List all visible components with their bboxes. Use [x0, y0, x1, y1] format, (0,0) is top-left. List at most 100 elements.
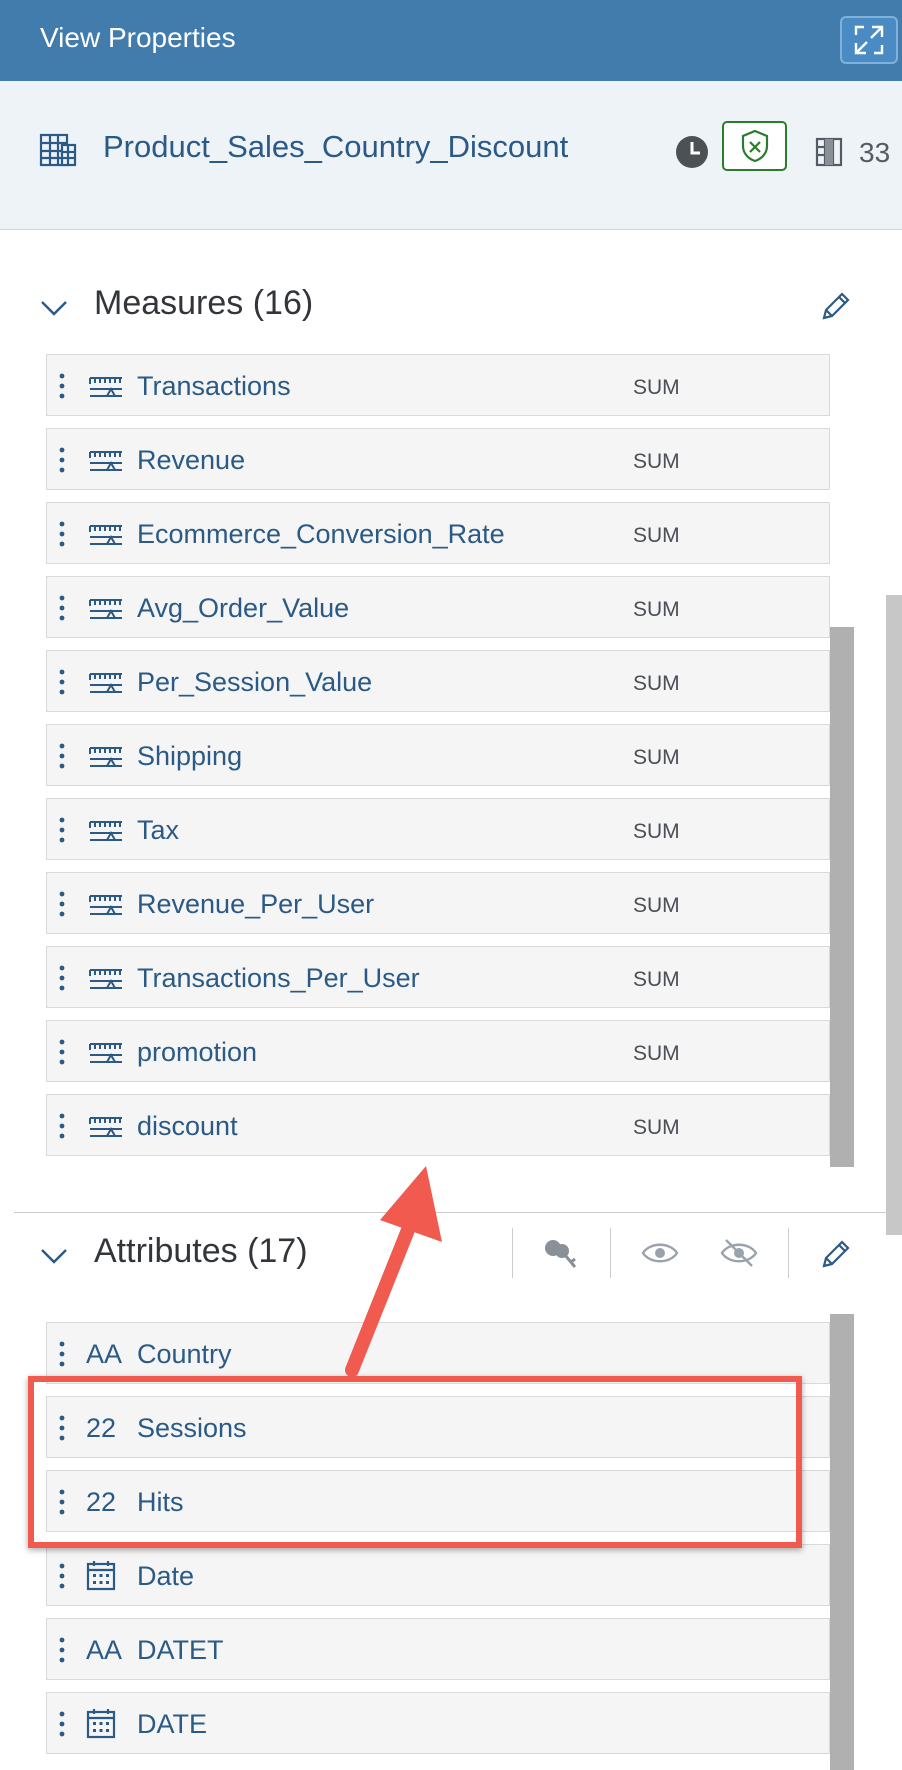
measure-item[interactable]: Tax SUM	[46, 798, 830, 860]
drag-handle-icon[interactable]	[59, 669, 65, 695]
aggregation-label: SUM	[633, 672, 680, 695]
measure-label: Transactions_Per_User	[137, 963, 420, 993]
measure-label: discount	[137, 1111, 238, 1141]
attributes-scrollbar[interactable]	[830, 1314, 854, 1770]
measure-icon	[89, 451, 122, 471]
columns-icon	[815, 137, 843, 167]
aggregation-label: SUM	[633, 1116, 680, 1139]
measure-item[interactable]: Ecommerce_Conversion_Rate SUM	[46, 502, 830, 564]
attribute-label: Date	[137, 1561, 195, 1591]
clock-icon[interactable]	[675, 135, 709, 169]
measure-label: Tax	[137, 815, 180, 845]
drag-handle-icon[interactable]	[59, 891, 65, 917]
drag-handle-icon[interactable]	[59, 1039, 65, 1065]
view-info-bar: Product_Sales_Country_Discount 33	[0, 81, 902, 230]
section-divider	[14, 1212, 890, 1213]
attribute-label: Country	[137, 1339, 232, 1369]
aggregation-label: SUM	[633, 968, 680, 991]
drag-handle-icon[interactable]	[59, 1113, 65, 1139]
attribute-item[interactable]: DATE	[46, 1692, 830, 1754]
annotation-arrow-icon	[345, 1166, 442, 1377]
drag-handle-icon[interactable]	[59, 817, 65, 843]
drag-handle-icon[interactable]	[59, 595, 65, 621]
annotation-highlight-box	[28, 1376, 802, 1548]
measure-item[interactable]: promotion SUM	[46, 1020, 830, 1082]
eye-hidden-icon[interactable]	[720, 1238, 758, 1268]
measure-label: Avg_Order_Value	[137, 593, 350, 623]
pencil-icon[interactable]	[820, 1238, 852, 1270]
panel-title: View Properties	[40, 22, 236, 53]
drag-handle-icon[interactable]	[59, 1637, 65, 1663]
attribute-item[interactable]: AA DATET	[46, 1618, 830, 1680]
measure-item[interactable]: Revenue_Per_User SUM	[46, 872, 830, 934]
measure-item[interactable]: Transactions SUM	[46, 354, 830, 416]
measure-item[interactable]: Shipping SUM	[46, 724, 830, 786]
aggregation-label: SUM	[633, 746, 680, 769]
measure-icon	[89, 599, 122, 619]
measure-label: Revenue	[137, 445, 246, 475]
table-icon	[39, 133, 77, 167]
text-type-icon: AA	[86, 1339, 123, 1369]
drag-handle-icon[interactable]	[59, 447, 65, 473]
toolbar-separator	[788, 1228, 789, 1278]
pencil-icon[interactable]	[820, 290, 852, 322]
chevron-down-icon[interactable]	[40, 300, 68, 316]
aggregation-label: SUM	[633, 376, 680, 399]
attribute-label: DATET	[137, 1635, 224, 1665]
expand-icon	[854, 25, 884, 55]
expand-button[interactable]	[840, 16, 898, 64]
drag-handle-icon[interactable]	[59, 965, 65, 991]
calendar-icon	[86, 1561, 116, 1591]
measure-icon	[89, 525, 122, 545]
drag-handle-icon[interactable]	[59, 521, 65, 547]
measures-section-header: Measures (16)	[0, 270, 902, 340]
measure-item[interactable]: Revenue SUM	[46, 428, 830, 490]
measure-item[interactable]: Avg_Order_Value SUM	[46, 576, 830, 638]
attribute-label: DATE	[137, 1709, 208, 1739]
measure-item[interactable]: Transactions_Per_User SUM	[46, 946, 830, 1008]
chevron-down-icon[interactable]	[40, 1248, 68, 1264]
measure-label: Per_Session_Value	[137, 667, 373, 697]
measure-label: Transactions	[137, 371, 291, 401]
attributes-title: Attributes (17)	[94, 1232, 308, 1270]
toolbar-separator	[512, 1228, 513, 1278]
measure-label: Shipping	[137, 741, 243, 771]
measure-label: promotion	[137, 1037, 258, 1067]
measure-icon	[89, 673, 122, 693]
view-name: Product_Sales_Country_Discount	[103, 129, 569, 164]
measures-scrollbar[interactable]	[830, 627, 854, 1167]
drag-handle-icon[interactable]	[59, 1711, 65, 1737]
measure-label: Revenue_Per_User	[137, 889, 375, 919]
measure-item[interactable]: discount SUM	[46, 1094, 830, 1156]
calendar-icon	[86, 1709, 116, 1739]
measure-icon	[89, 377, 122, 397]
drag-handle-icon[interactable]	[59, 373, 65, 399]
measure-icon	[89, 969, 122, 989]
shield-check-icon	[741, 129, 768, 163]
header-bar: View Properties	[0, 0, 902, 81]
data-access-button[interactable]	[722, 121, 787, 171]
measure-icon	[89, 1043, 122, 1063]
aggregation-label: SUM	[633, 524, 680, 547]
drag-handle-icon[interactable]	[59, 1341, 65, 1367]
aggregation-label: SUM	[633, 598, 680, 621]
aggregation-label: SUM	[633, 894, 680, 917]
text-type-icon: AA	[86, 1635, 123, 1665]
measure-icon	[89, 1117, 122, 1137]
attributes-section-header: Attributes (17)	[0, 1218, 902, 1288]
measures-title: Measures (16)	[94, 284, 314, 322]
key-icon[interactable]	[543, 1238, 579, 1270]
measure-icon	[89, 747, 122, 767]
measure-icon	[89, 895, 122, 915]
drag-handle-icon[interactable]	[59, 1563, 65, 1589]
eye-icon[interactable]	[641, 1238, 679, 1268]
attribute-item[interactable]: Date	[46, 1544, 830, 1606]
measure-item[interactable]: Per_Session_Value SUM	[46, 650, 830, 712]
aggregation-label: SUM	[633, 450, 680, 473]
toolbar-separator	[610, 1228, 611, 1278]
drag-handle-icon[interactable]	[59, 743, 65, 769]
aggregation-label: SUM	[633, 820, 680, 843]
measure-label: Ecommerce_Conversion_Rate	[137, 519, 505, 549]
panel-scrollbar[interactable]	[886, 595, 902, 1235]
measure-icon	[89, 821, 122, 841]
